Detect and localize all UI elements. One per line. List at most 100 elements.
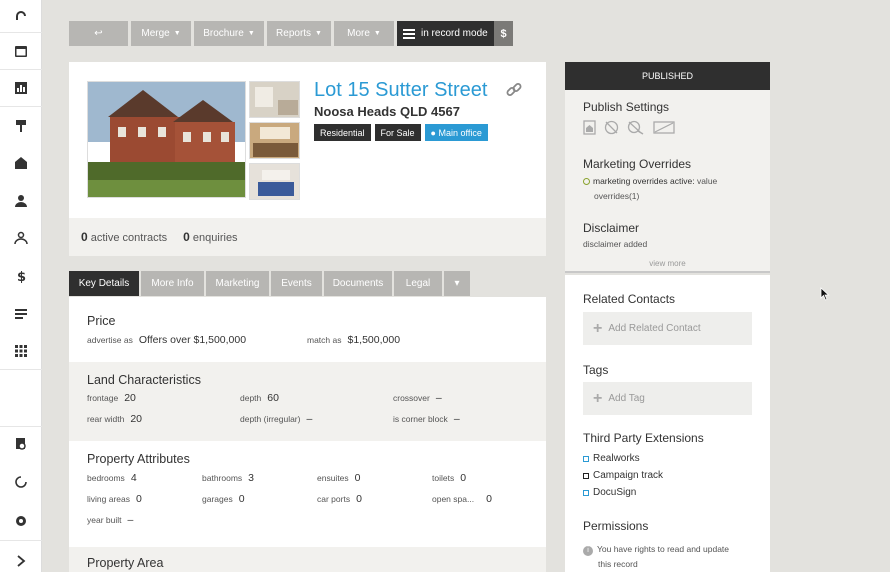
advertise-as-field: advertise as Offers over $1,500,000 — [87, 334, 246, 346]
extension-label: DocuSign — [593, 487, 637, 498]
logo-icon[interactable] — [0, 0, 42, 33]
brochure-dropdown[interactable]: Brochure ▼ — [194, 21, 264, 46]
match-as-field: match as $1,500,000 — [307, 334, 400, 346]
tab-key-details[interactable]: Key Details — [69, 271, 139, 296]
dollar-icon[interactable]: $ — [0, 258, 42, 294]
badge-for-sale: For Sale — [374, 124, 421, 141]
portal-disabled-icon[interactable] — [604, 120, 619, 135]
active-contracts[interactable]: 0 active contracts — [81, 230, 167, 244]
list-icon[interactable] — [0, 296, 42, 332]
depth-irregular-value: – — [306, 413, 313, 425]
record-mode-button[interactable]: in record mode — [397, 21, 494, 46]
expand-chevron-icon[interactable] — [0, 543, 42, 572]
view-more-link[interactable]: view more — [565, 259, 770, 268]
calendar-icon[interactable] — [0, 33, 42, 69]
refresh-icon[interactable] — [0, 464, 42, 500]
dollar-button[interactable]: $ — [494, 21, 513, 46]
add-tag-button[interactable]: + Add Tag — [583, 382, 752, 415]
reports-label: Reports — [276, 28, 312, 39]
attributes-section: Property Attributes bedrooms 4 bathrooms 3… — [69, 441, 546, 547]
tab-more-info[interactable]: More Info — [141, 271, 204, 296]
status-dot-icon — [583, 178, 590, 186]
car-ports-field: car ports 0 — [317, 493, 362, 505]
thumbnail-photo[interactable] — [249, 122, 300, 159]
thumbnail-photo[interactable] — [249, 163, 300, 200]
year-built-field: year built – — [87, 514, 133, 526]
gear-icon[interactable] — [0, 503, 42, 539]
more-dropdown[interactable]: More ▼ — [334, 21, 394, 46]
tab-more-dropdown[interactable]: ▾ — [444, 271, 470, 296]
contact-icon[interactable] — [0, 183, 42, 219]
disclaimer-title: Disclaimer — [583, 221, 640, 235]
rea-disabled-icon[interactable] — [653, 120, 675, 135]
agent-icon[interactable] — [0, 220, 42, 256]
bedrooms-value: 4 — [130, 472, 137, 484]
marketing-overrides-count: overrides(1) — [594, 191, 640, 201]
related-contacts-title: Related Contacts — [583, 292, 676, 306]
tab-legal[interactable]: Legal — [394, 271, 442, 296]
marketing-overrides-title: Marketing Overrides — [583, 157, 692, 171]
svg-text:$: $ — [17, 270, 26, 283]
marketing-overrides-text: marketing overrides active: — [593, 176, 695, 186]
extension-realworks[interactable]: Realworks — [583, 453, 640, 464]
ensuites-value: 0 — [354, 472, 361, 484]
bedrooms-label: bedrooms — [87, 473, 125, 483]
sidebar: $ — [0, 0, 42, 572]
third-party-title: Third Party Extensions — [583, 431, 704, 445]
published-status-bar: PUBLISHED — [565, 62, 770, 90]
frontage-field: frontage 20 — [87, 392, 136, 404]
record-sidebar: Related Contacts + Add Related Contact Ta… — [565, 275, 770, 572]
badge-office: ● Main office — [424, 124, 488, 141]
house-icon[interactable] — [0, 145, 42, 181]
living-areas-value: 0 — [136, 493, 142, 505]
marketing-overrides-status: marketing overrides active: value overri… — [583, 174, 717, 204]
tags-title: Tags — [583, 363, 609, 377]
area-section: Property Area — [69, 547, 546, 572]
link-icon[interactable] — [505, 81, 523, 99]
living-areas-field: living areas 0 — [87, 493, 142, 505]
frontage-label: frontage — [87, 393, 119, 403]
extension-status-icon — [583, 489, 589, 496]
contracts-summary: 0 active contracts 0 enquiries — [69, 218, 546, 256]
reports-dropdown[interactable]: Reports ▼ — [267, 21, 331, 46]
search-listing-icon[interactable] — [0, 426, 42, 462]
advertise-as-label: advertise as — [87, 335, 133, 345]
year-built-label: year built — [87, 515, 122, 525]
caret-down-icon: ▼ — [315, 30, 322, 37]
corner-block-label: is corner block — [393, 414, 448, 424]
mouse-cursor-icon — [820, 287, 830, 301]
add-related-contact-button[interactable]: + Add Related Contact — [583, 312, 752, 345]
badge-residential: Residential — [314, 124, 371, 141]
publish-panel: Publish Settings Marketing Overrides mar… — [565, 90, 770, 273]
website-publish-icon[interactable] — [583, 120, 596, 135]
apps-grid-icon[interactable] — [0, 333, 42, 369]
publish-icons — [583, 120, 675, 135]
thumbnail-photo[interactable] — [249, 81, 300, 118]
sign-icon[interactable] — [0, 108, 42, 144]
main-property-photo[interactable] — [87, 81, 246, 198]
back-button[interactable]: ↩ — [69, 21, 128, 46]
listing-suburb: Noosa Heads QLD 4567 — [314, 104, 460, 119]
rear-width-field: rear width 20 — [87, 413, 142, 425]
open-spaces-label: open spa... — [432, 494, 475, 504]
merge-label: Merge — [141, 28, 170, 39]
crossover-field: crossover – — [393, 392, 442, 404]
extension-campaign-track[interactable]: Campaign track — [583, 470, 663, 481]
merge-dropdown[interactable]: Merge ▼ — [131, 21, 191, 46]
tab-events[interactable]: Events — [271, 271, 322, 296]
depth-irregular-label: depth (irregular) — [240, 414, 301, 424]
disclaimer-text: disclaimer added — [583, 239, 648, 249]
enquiries[interactable]: 0 enquiries — [183, 230, 237, 244]
chart-icon[interactable] — [0, 70, 42, 106]
car-ports-label: car ports — [317, 494, 351, 504]
advertise-as-value: Offers over $1,500,000 — [138, 334, 247, 346]
extension-docusign[interactable]: DocuSign — [583, 487, 636, 498]
marketing-overrides-value: value — [696, 176, 718, 186]
corner-block-field: is corner block – — [393, 413, 460, 425]
garages-field: garages 0 — [202, 493, 245, 505]
tab-documents[interactable]: Documents — [324, 271, 392, 296]
search-disabled-icon[interactable] — [627, 120, 645, 135]
tab-marketing[interactable]: Marketing — [206, 271, 269, 296]
key-details-panel: Price advertise as Offers over $1,500,000… — [69, 297, 546, 572]
garages-label: garages — [202, 494, 233, 504]
